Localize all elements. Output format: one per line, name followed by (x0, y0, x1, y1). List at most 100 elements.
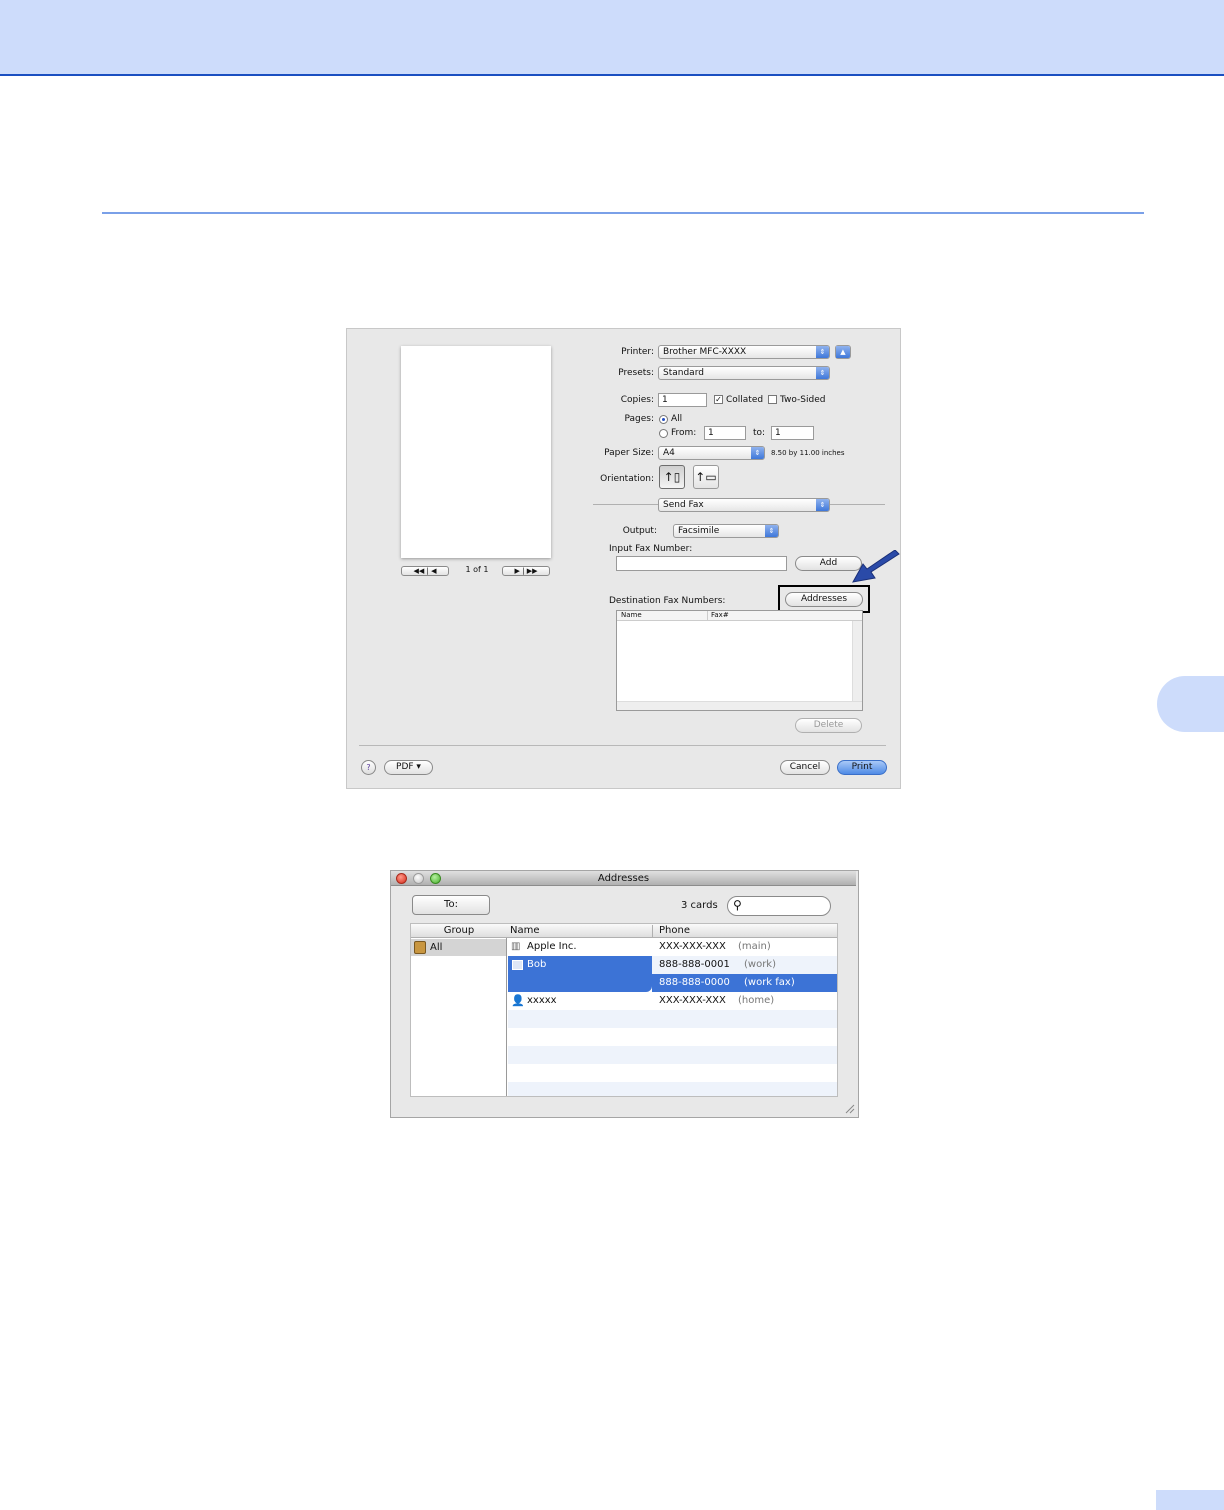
preview-next-last-buttons[interactable]: ▶ | ▶▶ (502, 566, 550, 576)
contact-phone: 888-888-0001 (659, 959, 730, 970)
collated-checkbox[interactable]: ✓ (714, 395, 723, 404)
minimize-window-icon[interactable] (413, 873, 424, 884)
output-label: Output: (622, 526, 657, 536)
disclosure-button[interactable]: ▲ (835, 345, 851, 359)
empty-row (508, 1010, 837, 1028)
phone-column-header[interactable]: Phone (659, 924, 690, 937)
paper-size-popup[interactable]: A4 ⇕ (658, 446, 765, 460)
orientation-label: Orientation: (600, 474, 654, 484)
presets-value: Standard (663, 368, 704, 378)
preview-page-indicator: 1 of 1 (465, 565, 489, 574)
pages-all-label: All (671, 414, 683, 424)
contact-phone: 888-888-0000 (659, 977, 730, 988)
presets-popup[interactable]: Standard ⇕ (658, 366, 830, 380)
input-fax-label: Input Fax Number: (609, 544, 693, 554)
popup-arrows-icon: ⇕ (765, 525, 778, 537)
pdf-button[interactable]: PDF ▾ (384, 760, 433, 775)
printer-label: Printer: (621, 347, 654, 357)
copies-label: Copies: (620, 395, 654, 405)
search-icon: ⚲ (733, 898, 742, 912)
dest-col-divider (707, 611, 708, 620)
table-row[interactable]: ▥ Apple Inc. XXX-XXX-XXX (main) (508, 938, 837, 956)
print-button[interactable]: Print (837, 760, 887, 775)
popup-arrows-icon: ⇕ (816, 346, 829, 358)
column-header-row: Group Name Phone (411, 924, 837, 938)
page-preview (401, 346, 551, 558)
empty-row (508, 1046, 837, 1064)
search-input[interactable] (748, 899, 824, 913)
addresses-button[interactable]: Addresses (785, 592, 863, 607)
landscape-orientation-button[interactable]: ↑▭ (693, 465, 719, 489)
dest-col-name: Name (621, 611, 642, 619)
contact-phone-type: (home) (738, 995, 775, 1006)
addresses-window: Addresses To: 3 cards ⚲ Group Name Phone… (390, 870, 859, 1118)
contact-phone-type: (work fax) (744, 977, 795, 988)
popup-arrows-icon: ⇕ (816, 499, 829, 511)
pages-from-label: From: (671, 428, 697, 438)
name-column-header[interactable]: Name (510, 924, 540, 937)
to-button[interactable]: To: (412, 895, 490, 915)
address-list-area: Group Name Phone All ▥ Apple Inc. XXX-XX… (410, 923, 838, 1097)
group-item-all[interactable]: All (411, 939, 506, 956)
contact-rows: ▥ Apple Inc. XXX-XXX-XXX (main) Bob 888-… (508, 938, 837, 1096)
person-icon: 👤 (511, 994, 525, 1007)
input-fax-field[interactable] (616, 556, 787, 571)
contact-phone-type: (work) (744, 959, 777, 970)
preview-first-prev-buttons[interactable]: ◀◀ | ◀ (401, 566, 449, 576)
copies-field[interactable]: 1 (658, 393, 707, 407)
two-sided-label: Two-Sided (780, 395, 826, 405)
table-row[interactable]: 👤 xxxxx XXX-XXX-XXX (home) (508, 992, 837, 1010)
contact-name: xxxxx (527, 995, 557, 1006)
dest-col-fax: Fax# (711, 611, 729, 619)
printer-popup[interactable]: Brother MFC-XXXX ⇕ (658, 345, 830, 359)
page-number-box (1156, 1490, 1224, 1510)
pages-label: Pages: (624, 414, 654, 424)
pages-to-field[interactable]: 1 (771, 426, 814, 440)
pages-from-field[interactable]: 1 (704, 426, 746, 440)
group-label: All (430, 942, 443, 953)
destination-scrollbar[interactable] (852, 621, 862, 701)
paper-size-dimensions: 8.50 by 11.00 inches (771, 449, 845, 457)
help-icon: ? (366, 763, 371, 772)
two-sided-checkbox[interactable] (768, 395, 777, 404)
destination-hscrollbar[interactable] (617, 701, 862, 710)
section-popup[interactable]: Send Fax ⇕ (658, 498, 830, 512)
group-column: All (411, 938, 507, 1096)
delete-button[interactable]: Delete (795, 718, 862, 733)
header-divider (652, 925, 653, 937)
contact-name: Apple Inc. (527, 941, 577, 952)
section-divider (102, 212, 1144, 214)
card-count: 3 cards (681, 900, 718, 911)
table-row[interactable]: Bob 888-888-0001 (work) (508, 956, 837, 992)
chapter-tab (1157, 676, 1224, 732)
output-popup[interactable]: Facsimile ⇕ (673, 524, 779, 538)
table-row-selected[interactable]: 888-888-0000 (work fax) (508, 974, 837, 992)
destination-label: Destination Fax Numbers: (609, 596, 726, 606)
person-card-icon (512, 960, 523, 970)
resize-grip-icon[interactable] (845, 1104, 855, 1114)
header-banner (0, 0, 1224, 76)
bottom-separator (359, 745, 886, 746)
output-value: Facsimile (678, 526, 720, 536)
collated-label: Collated (726, 395, 764, 405)
pages-all-radio[interactable] (659, 415, 668, 424)
destination-table-header: Name Fax# (617, 611, 862, 621)
section-popup-value: Send Fax (663, 500, 704, 510)
zoom-window-icon[interactable] (430, 873, 441, 884)
print-dialog: ◀◀ | ◀ 1 of 1 ▶ | ▶▶ Printer: Brother MF… (346, 328, 901, 789)
search-field[interactable]: ⚲ (727, 896, 831, 916)
portrait-icon: ↑▯ (663, 470, 681, 484)
pages-from-radio[interactable] (659, 429, 668, 438)
portrait-orientation-button[interactable]: ↑▯ (659, 465, 685, 489)
close-window-icon[interactable] (396, 873, 407, 884)
contact-phone: XXX-XXX-XXX (659, 941, 726, 952)
company-icon: ▥ (511, 941, 521, 952)
group-column-header[interactable]: Group (411, 924, 507, 937)
printer-value: Brother MFC-XXXX (663, 347, 747, 357)
help-button[interactable]: ? (361, 760, 376, 775)
addresses-title-bar[interactable]: Addresses (391, 871, 856, 886)
triangle-up-icon: ▲ (836, 346, 850, 358)
cancel-button[interactable]: Cancel (780, 760, 830, 775)
contact-phone: XXX-XXX-XXX (659, 995, 726, 1006)
pages-to-label: to: (753, 428, 766, 438)
